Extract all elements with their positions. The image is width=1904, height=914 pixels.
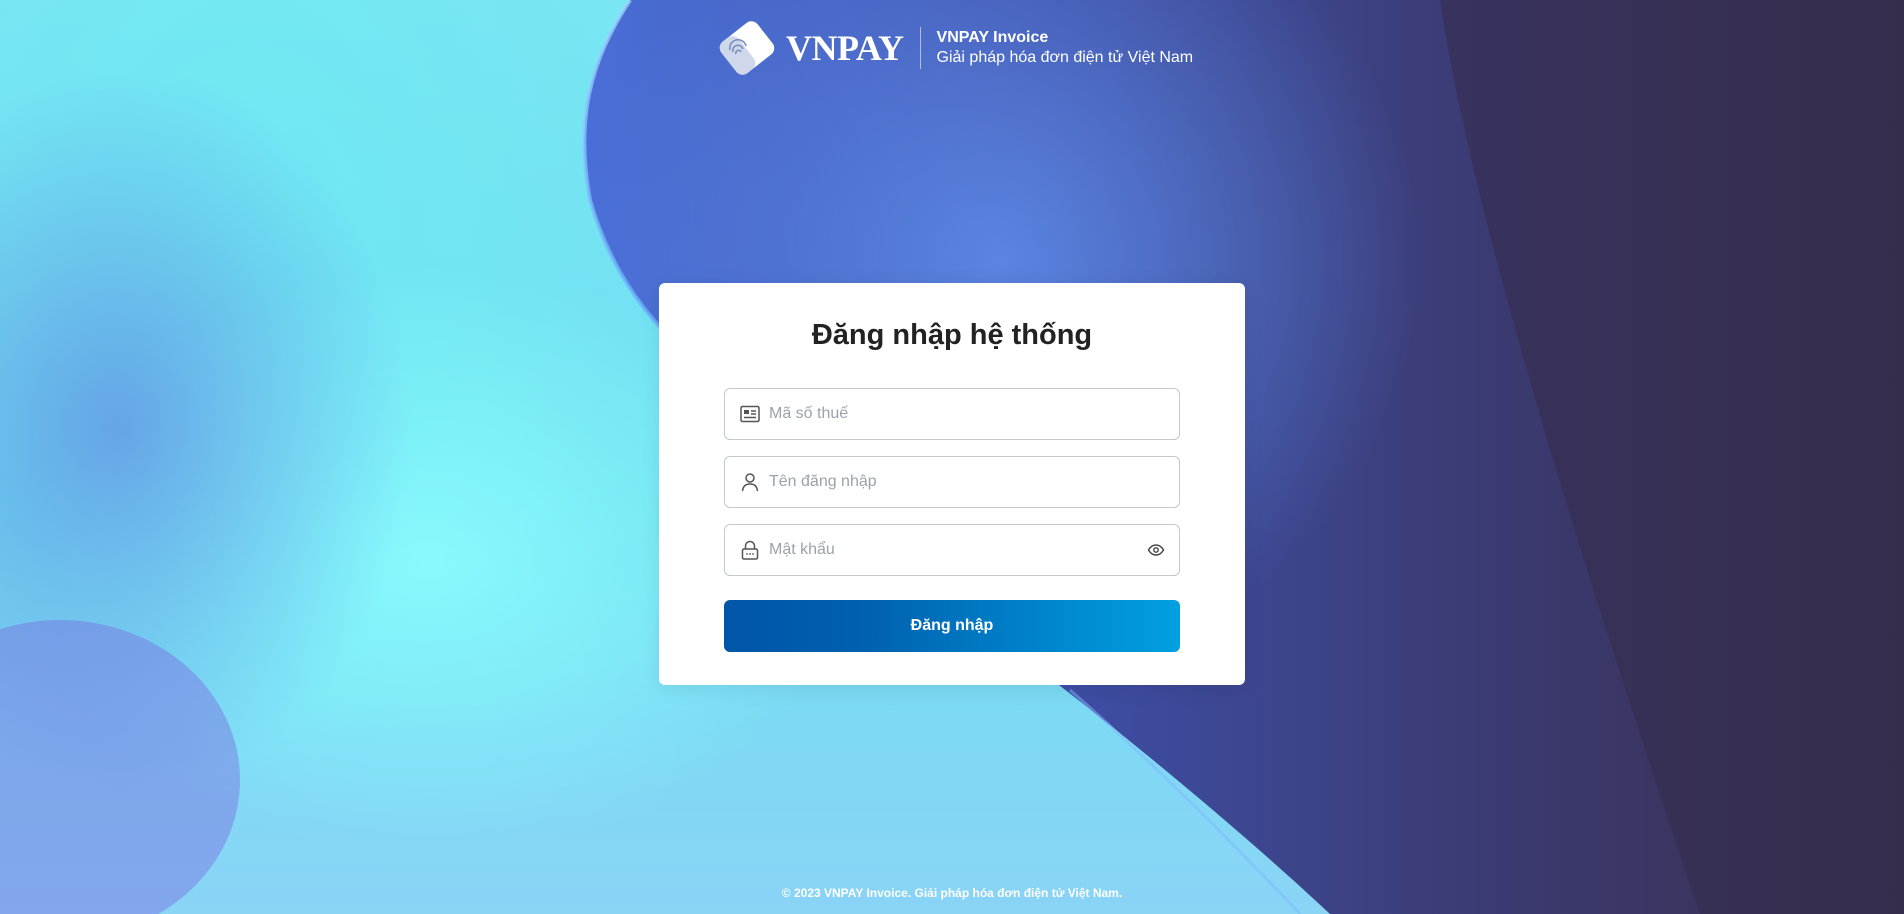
- id-card-icon: [740, 405, 760, 423]
- password-field[interactable]: [724, 524, 1180, 576]
- login-card: Đăng nhập hệ thống Đăng: [659, 283, 1245, 685]
- header-divider: [919, 27, 921, 69]
- password-input[interactable]: [769, 525, 1147, 575]
- lock-icon: [741, 540, 759, 560]
- tax-code-field[interactable]: [724, 388, 1180, 440]
- login-button[interactable]: Đăng nhập: [724, 600, 1180, 652]
- vnpay-logo[interactable]: VNPAY: [712, 20, 904, 76]
- username-field[interactable]: [724, 456, 1180, 508]
- username-input[interactable]: [769, 457, 1179, 507]
- site-header: VNPAY VNPAY Invoice Giải pháp hóa đơn đi…: [712, 20, 1193, 76]
- logo-text: VNPAY: [786, 28, 904, 68]
- user-icon: [741, 473, 759, 492]
- footer-copyright: © 2023 VNPAY Invoice. Giải pháp hóa đơn …: [781, 886, 1123, 900]
- vnpay-logo-icon: [719, 21, 775, 75]
- product-name: VNPAY Invoice: [936, 29, 1049, 46]
- tax-code-input[interactable]: [769, 389, 1179, 439]
- login-title: Đăng nhập hệ thống: [811, 319, 1093, 351]
- eye-icon[interactable]: [1147, 541, 1165, 559]
- header-info: VNPAY Invoice Giải pháp hóa đơn điện tử …: [937, 28, 1194, 68]
- tagline: Giải pháp hóa đơn điện tử Việt Nam: [936, 49, 1194, 66]
